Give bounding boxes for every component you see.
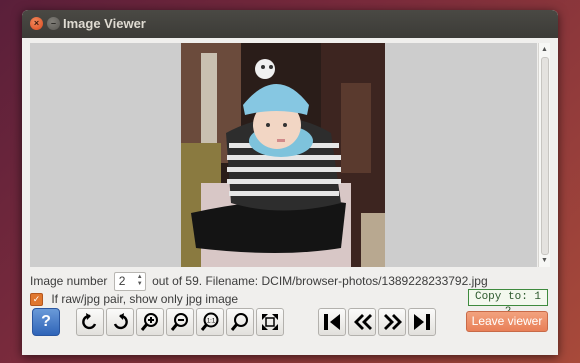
raw-jpg-label: If raw/jpg pair, show only jpg image: [51, 292, 239, 306]
window-title: Image Viewer: [63, 16, 146, 31]
image-number-label: Image number: [30, 274, 108, 288]
first-image-button[interactable]: [318, 308, 346, 336]
filename-value: DCIM/browser-photos/1389228233792.jpg: [261, 274, 488, 288]
zoom-actual-size-button[interactable]: 1:1: [196, 308, 224, 336]
viewer-toolbar: ? 1:1 Leave viewer: [30, 308, 550, 338]
title-bar: × – Image Viewer: [22, 10, 558, 38]
image-info-row: Image number 2 ▲ ▼ out of 59. Filename: …: [30, 272, 488, 292]
rotate-left-button[interactable]: [76, 308, 104, 336]
last-image-button[interactable]: [408, 308, 436, 336]
zoom-in-button[interactable]: [136, 308, 164, 336]
image-number-value[interactable]: 2: [119, 273, 126, 290]
previous-image-button[interactable]: [348, 308, 376, 336]
raw-jpg-checkbox[interactable]: ✓: [30, 293, 43, 307]
next-image-button[interactable]: [378, 308, 406, 336]
first-icon: [324, 314, 340, 330]
rotate-right-button[interactable]: [106, 308, 134, 336]
last-icon: [414, 314, 430, 330]
stepper-up-icon[interactable]: ▲: [137, 274, 143, 281]
zoom-in-icon: [140, 313, 158, 331]
svg-text:1:1: 1:1: [207, 319, 216, 325]
rotate-right-icon: [113, 313, 128, 330]
previous-icon: [354, 314, 372, 330]
close-button[interactable]: ×: [30, 17, 43, 30]
help-icon: ?: [41, 313, 51, 330]
rotate-left-icon: [82, 313, 97, 330]
zoom-1to1-icon: 1:1: [200, 312, 219, 331]
vertical-scrollbar[interactable]: ▲ ▼: [538, 43, 550, 267]
next-icon: [384, 314, 402, 330]
image-number-stepper[interactable]: 2 ▲ ▼: [113, 272, 146, 292]
copy-to-field[interactable]: Copy to: 1 2: [468, 289, 548, 318]
image-viewer-window: × – Image Viewer ▲ ▼ Image number 2 ▲ ▼ …: [22, 10, 558, 355]
scroll-up-icon[interactable]: ▲: [540, 45, 549, 54]
zoom-fit-button[interactable]: [226, 308, 254, 336]
scroll-down-icon[interactable]: ▼: [540, 256, 549, 265]
fullscreen-icon: [262, 314, 278, 330]
minimize-button[interactable]: –: [47, 17, 60, 30]
leave-viewer-button[interactable]: Leave viewer: [466, 311, 548, 332]
displayed-photo: [181, 43, 385, 267]
fullscreen-button[interactable]: [256, 308, 284, 336]
zoom-out-button[interactable]: [166, 308, 194, 336]
zoom-out-icon: [170, 313, 188, 331]
stepper-down-icon[interactable]: ▼: [137, 281, 143, 288]
scrollbar-thumb[interactable]: [541, 57, 549, 255]
out-of-text: out of 59.: [152, 274, 203, 288]
filename-label: Filename:: [205, 274, 259, 288]
raw-jpg-option[interactable]: ✓ If raw/jpg pair, show only jpg image: [30, 291, 238, 307]
image-viewport: [30, 43, 537, 267]
zoom-fit-icon: [230, 313, 248, 331]
help-button[interactable]: ?: [32, 308, 60, 336]
